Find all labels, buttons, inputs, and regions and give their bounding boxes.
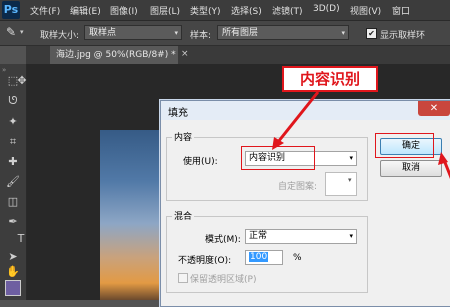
annotation-arrow-1 [276, 91, 320, 143]
annotation-arrow-2 [442, 159, 450, 180]
annotation-arrows [272, 91, 450, 180]
